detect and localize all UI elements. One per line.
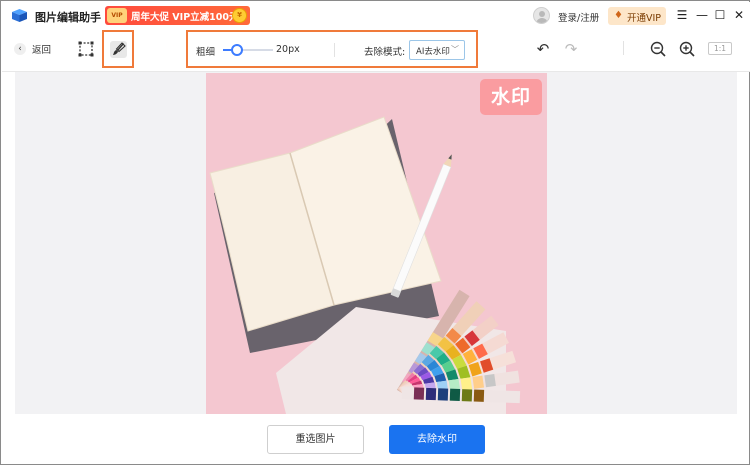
close-button[interactable]: ✕	[731, 6, 747, 24]
open-vip-label: 开通VIP	[627, 13, 662, 24]
image-canvas[interactable]: 水印	[15, 72, 737, 414]
zoom-reset-button[interactable]: 1:1	[708, 42, 732, 55]
brush-tool-highlight	[102, 30, 134, 68]
remove-watermark-button[interactable]: 去除水印	[389, 425, 485, 454]
undo-icon[interactable]: ↶	[534, 40, 552, 58]
remove-mode-value: AI去水印	[416, 47, 450, 57]
app-title: 图片编辑助手	[35, 11, 101, 24]
toolbar-divider	[623, 41, 624, 55]
remove-mode-label: 去除模式:	[364, 47, 406, 58]
slider-thumb[interactable]	[230, 44, 243, 56]
avatar[interactable]	[533, 7, 550, 24]
login-register-link[interactable]: 登录/注册	[558, 10, 599, 24]
brush-tool-button[interactable]	[110, 41, 127, 58]
promo-banner[interactable]: VIP 周年大促 VIP立减100元 ¥	[105, 6, 250, 25]
editor-toolbar: ‹ 返回 粗细 20px 去除模式: AI去水印 ﹀ ↶ ↷ 1:1	[2, 30, 750, 72]
remove-mode-select[interactable]: AI去水印 ﹀	[409, 40, 465, 60]
redo-icon[interactable]: ↷	[562, 40, 580, 58]
rect-select-icon[interactable]	[78, 41, 94, 57]
chevron-left-icon: ‹	[14, 43, 26, 55]
brush-icon	[113, 42, 126, 55]
photo-notebook-pencil-swatches[interactable]: 水印	[206, 73, 547, 414]
promo-vip-badge: VIP	[107, 8, 127, 23]
zoom-out-icon[interactable]	[649, 40, 667, 58]
title-bar: 图片编辑助手 VIP 周年大促 VIP立减100元 ¥ 登录/注册 ♦ 开通VI…	[2, 2, 750, 30]
thickness-label: 粗细	[196, 47, 216, 58]
back-button[interactable]: ‹ 返回	[14, 42, 51, 56]
chevron-down-icon: ﹀	[451, 45, 459, 54]
app-logo-icon	[12, 9, 27, 22]
thickness-value: 20px	[276, 44, 300, 55]
minimize-button[interactable]: —	[694, 6, 710, 24]
menu-icon[interactable]: ☰	[674, 6, 690, 24]
thickness-slider[interactable]	[223, 44, 273, 56]
toolbar-divider	[334, 43, 335, 57]
watermark-mark[interactable]: 水印	[480, 79, 542, 115]
maximize-button[interactable]: ☐	[712, 6, 728, 24]
brush-settings-panel: 粗细 20px 去除模式: AI去水印 ﹀	[186, 30, 478, 68]
app-window: 图片编辑助手 VIP 周年大促 VIP立减100元 ¥ 登录/注册 ♦ 开通VI…	[0, 0, 750, 465]
open-vip-button[interactable]: ♦ 开通VIP	[608, 7, 666, 25]
zoom-in-icon[interactable]	[678, 40, 696, 58]
photo-illustration	[209, 116, 521, 414]
reselect-image-button[interactable]: 重选图片	[267, 425, 364, 454]
diamond-icon: ♦	[614, 10, 623, 21]
promo-text: 周年大促 VIP立减100元	[131, 12, 239, 23]
back-label: 返回	[32, 45, 52, 56]
coin-icon: ¥	[232, 8, 247, 23]
